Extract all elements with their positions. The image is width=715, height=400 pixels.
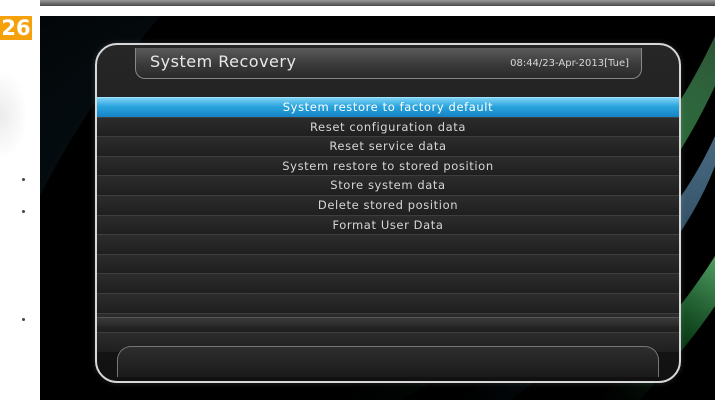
tv-screen: System Recovery 08:44/23-Apr-2013[Tue] S…	[40, 16, 715, 400]
help-box	[117, 346, 659, 377]
system-recovery-panel: System Recovery 08:44/23-Apr-2013[Tue] S…	[95, 43, 681, 383]
menu-item-factory-default[interactable]: System restore to factory default	[97, 97, 679, 117]
margin-mark	[22, 210, 25, 213]
menu-item-reset-service[interactable]: Reset service data	[97, 136, 679, 156]
recovery-menu: System restore to factory default Reset …	[97, 97, 679, 352]
menu-footer-bar	[97, 317, 679, 326]
top-rule	[40, 0, 715, 6]
menu-empty-row	[97, 253, 679, 274]
menu-item-store-system-data[interactable]: Store system data	[97, 175, 679, 195]
menu-empty-row	[97, 273, 679, 293]
menu-item-delete-stored-position[interactable]: Delete stored position	[97, 194, 679, 215]
title-bar: System Recovery 08:44/23-Apr-2013[Tue]	[135, 48, 642, 79]
menu-empty-row	[97, 292, 679, 313]
datetime: 08:44/23-Apr-2013[Tue]	[510, 58, 629, 69]
menu-item-format-user-data[interactable]: Format User Data	[97, 214, 679, 235]
margin-mark	[22, 318, 25, 321]
margin-shadow	[0, 70, 28, 160]
page-title: System Recovery	[150, 52, 297, 71]
menu-item-restore-stored-position[interactable]: System restore to stored position	[97, 155, 679, 176]
menu-item-reset-configuration[interactable]: Reset configuration data	[97, 116, 679, 137]
margin-mark	[22, 178, 25, 181]
page-number-badge: 26	[0, 16, 32, 40]
menu-empty-row	[97, 234, 679, 254]
